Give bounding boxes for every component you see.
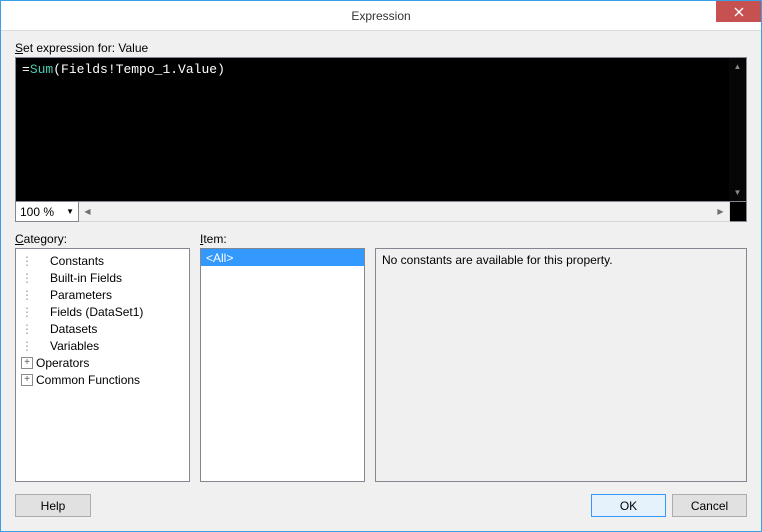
expression-editor[interactable]: =Sum(Fields!Tempo_1.Value)	[16, 58, 729, 201]
tree-node-common-functions[interactable]: +Common Functions	[18, 371, 187, 388]
dialog-content: Set expression for: Value =Sum(Fields!Te…	[1, 31, 761, 531]
category-column: Category: ⋮Constants ⋮Built-in Fields ⋮P…	[15, 232, 190, 482]
tree-node-variables[interactable]: ⋮Variables	[18, 337, 187, 354]
category-label: Category:	[15, 232, 190, 246]
scroll-track	[729, 75, 746, 184]
zoom-combobox[interactable]: 100 % ▼	[15, 202, 79, 222]
cancel-button[interactable]: Cancel	[672, 494, 747, 517]
scroll-left-icon: ◀	[79, 207, 96, 216]
tree-node-builtin-fields[interactable]: ⋮Built-in Fields	[18, 269, 187, 286]
item-column: Item: <All>	[200, 232, 365, 482]
editor-vertical-scrollbar[interactable]: ▲ ▼	[729, 58, 746, 201]
editor-horizontal-scrollbar[interactable]: ◀ ▶	[79, 202, 730, 222]
set-expression-label-rest: et expression for: Value	[23, 41, 148, 55]
tree-node-constants[interactable]: ⋮Constants	[18, 252, 187, 269]
scroll-corner	[730, 202, 747, 222]
description-column: No constants are available for this prop…	[375, 232, 747, 482]
item-all[interactable]: <All>	[201, 249, 364, 266]
tree-node-parameters[interactable]: ⋮Parameters	[18, 286, 187, 303]
scroll-up-icon: ▲	[729, 58, 746, 75]
tree-node-fields[interactable]: ⋮Fields (DataSet1)	[18, 303, 187, 320]
scroll-down-icon: ▼	[729, 184, 746, 201]
expression-editor-wrap: =Sum(Fields!Tempo_1.Value) ▲ ▼	[15, 57, 747, 202]
button-spacer	[91, 494, 591, 517]
help-button[interactable]: Help	[15, 494, 91, 517]
tree-node-operators[interactable]: +Operators	[18, 354, 187, 371]
lower-panels: Category: ⋮Constants ⋮Built-in Fields ⋮P…	[15, 232, 747, 482]
category-tree-inner: ⋮Constants ⋮Built-in Fields ⋮Parameters …	[16, 249, 189, 391]
chevron-down-icon: ▼	[66, 207, 74, 216]
window-title: Expression	[1, 9, 761, 23]
category-tree[interactable]: ⋮Constants ⋮Built-in Fields ⋮Parameters …	[15, 248, 190, 482]
editor-footer-row: 100 % ▼ ◀ ▶	[15, 202, 747, 222]
description-text: No constants are available for this prop…	[382, 253, 613, 267]
titlebar: Expression	[1, 1, 761, 31]
expand-icon[interactable]: +	[21, 357, 33, 369]
item-label: Item:	[200, 232, 365, 246]
expand-icon[interactable]: +	[21, 374, 33, 386]
description-panel: No constants are available for this prop…	[375, 248, 747, 482]
item-list[interactable]: <All>	[200, 248, 365, 482]
tree-node-datasets[interactable]: ⋮Datasets	[18, 320, 187, 337]
description-spacer	[375, 232, 747, 246]
zoom-value: 100 %	[20, 205, 54, 219]
dialog-buttons: Help OK Cancel	[15, 494, 747, 517]
close-icon	[734, 7, 744, 17]
ok-button[interactable]: OK	[591, 494, 666, 517]
scroll-right-icon: ▶	[712, 207, 729, 216]
expression-dialog: Expression Set expression for: Value =Su…	[0, 0, 762, 532]
close-button[interactable]	[716, 1, 761, 22]
set-expression-label: Set expression for: Value	[15, 41, 747, 55]
